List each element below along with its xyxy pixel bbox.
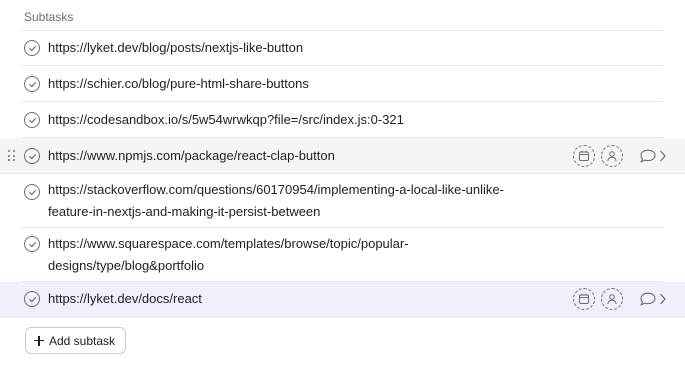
person-icon[interactable] — [601, 288, 623, 310]
plus-icon — [34, 335, 44, 346]
drag-handle-icon[interactable] — [8, 150, 16, 162]
subtask-row[interactable]: https://www.squarespace.com/templates/br… — [0, 228, 685, 282]
subtask-row[interactable]: https://schier.co/blog/pure-html-share-b… — [0, 66, 685, 102]
chevron-right-icon — [660, 150, 666, 162]
section-title: Subtasks — [24, 10, 74, 24]
row-actions — [573, 288, 669, 310]
check-circle-icon[interactable] — [24, 148, 40, 164]
check-circle-icon[interactable] — [24, 184, 40, 200]
subtask-title[interactable]: https://stackoverflow.com/questions/6017… — [48, 179, 504, 223]
chevron-right-icon — [660, 293, 666, 305]
add-subtask-label: Add subtask — [49, 333, 116, 348]
subtasks-panel: Subtasks https://lyket.dev/blog/posts/ne… — [0, 0, 685, 370]
subtask-title[interactable]: https://codesandbox.io/s/5w54wrwkqp?file… — [48, 109, 404, 131]
subtask-row[interactable]: https://www.npmjs.com/package/react-clap… — [0, 138, 685, 174]
check-circle-icon[interactable] — [24, 236, 40, 252]
subtask-row[interactable]: https://codesandbox.io/s/5w54wrwkqp?file… — [0, 102, 685, 138]
subtask-title[interactable]: https://schier.co/blog/pure-html-share-b… — [48, 73, 309, 95]
add-subtask-button[interactable]: Add subtask — [25, 327, 127, 354]
subtask-title[interactable]: https://lyket.dev/docs/react — [48, 288, 202, 310]
subtask-list: https://lyket.dev/blog/posts/nextjs-like… — [0, 30, 685, 318]
check-circle-icon[interactable] — [24, 112, 40, 128]
calendar-icon[interactable] — [573, 288, 595, 310]
comment-icon[interactable] — [639, 292, 669, 306]
subtask-row[interactable]: https://stackoverflow.com/questions/6017… — [0, 174, 685, 228]
check-circle-icon[interactable] — [24, 40, 40, 56]
subtask-title[interactable]: https://www.squarespace.com/templates/br… — [48, 233, 409, 277]
comment-icon[interactable] — [639, 149, 669, 163]
person-icon[interactable] — [601, 145, 623, 167]
calendar-icon[interactable] — [573, 145, 595, 167]
check-circle-icon[interactable] — [24, 291, 40, 307]
subtask-title[interactable]: https://www.npmjs.com/package/react-clap… — [48, 145, 335, 167]
subtask-row[interactable]: https://lyket.dev/docs/react — [0, 282, 685, 318]
row-actions — [573, 145, 669, 167]
subtask-row[interactable]: https://lyket.dev/blog/posts/nextjs-like… — [0, 30, 685, 66]
check-circle-icon[interactable] — [24, 76, 40, 92]
subtask-title[interactable]: https://lyket.dev/blog/posts/nextjs-like… — [48, 37, 303, 59]
